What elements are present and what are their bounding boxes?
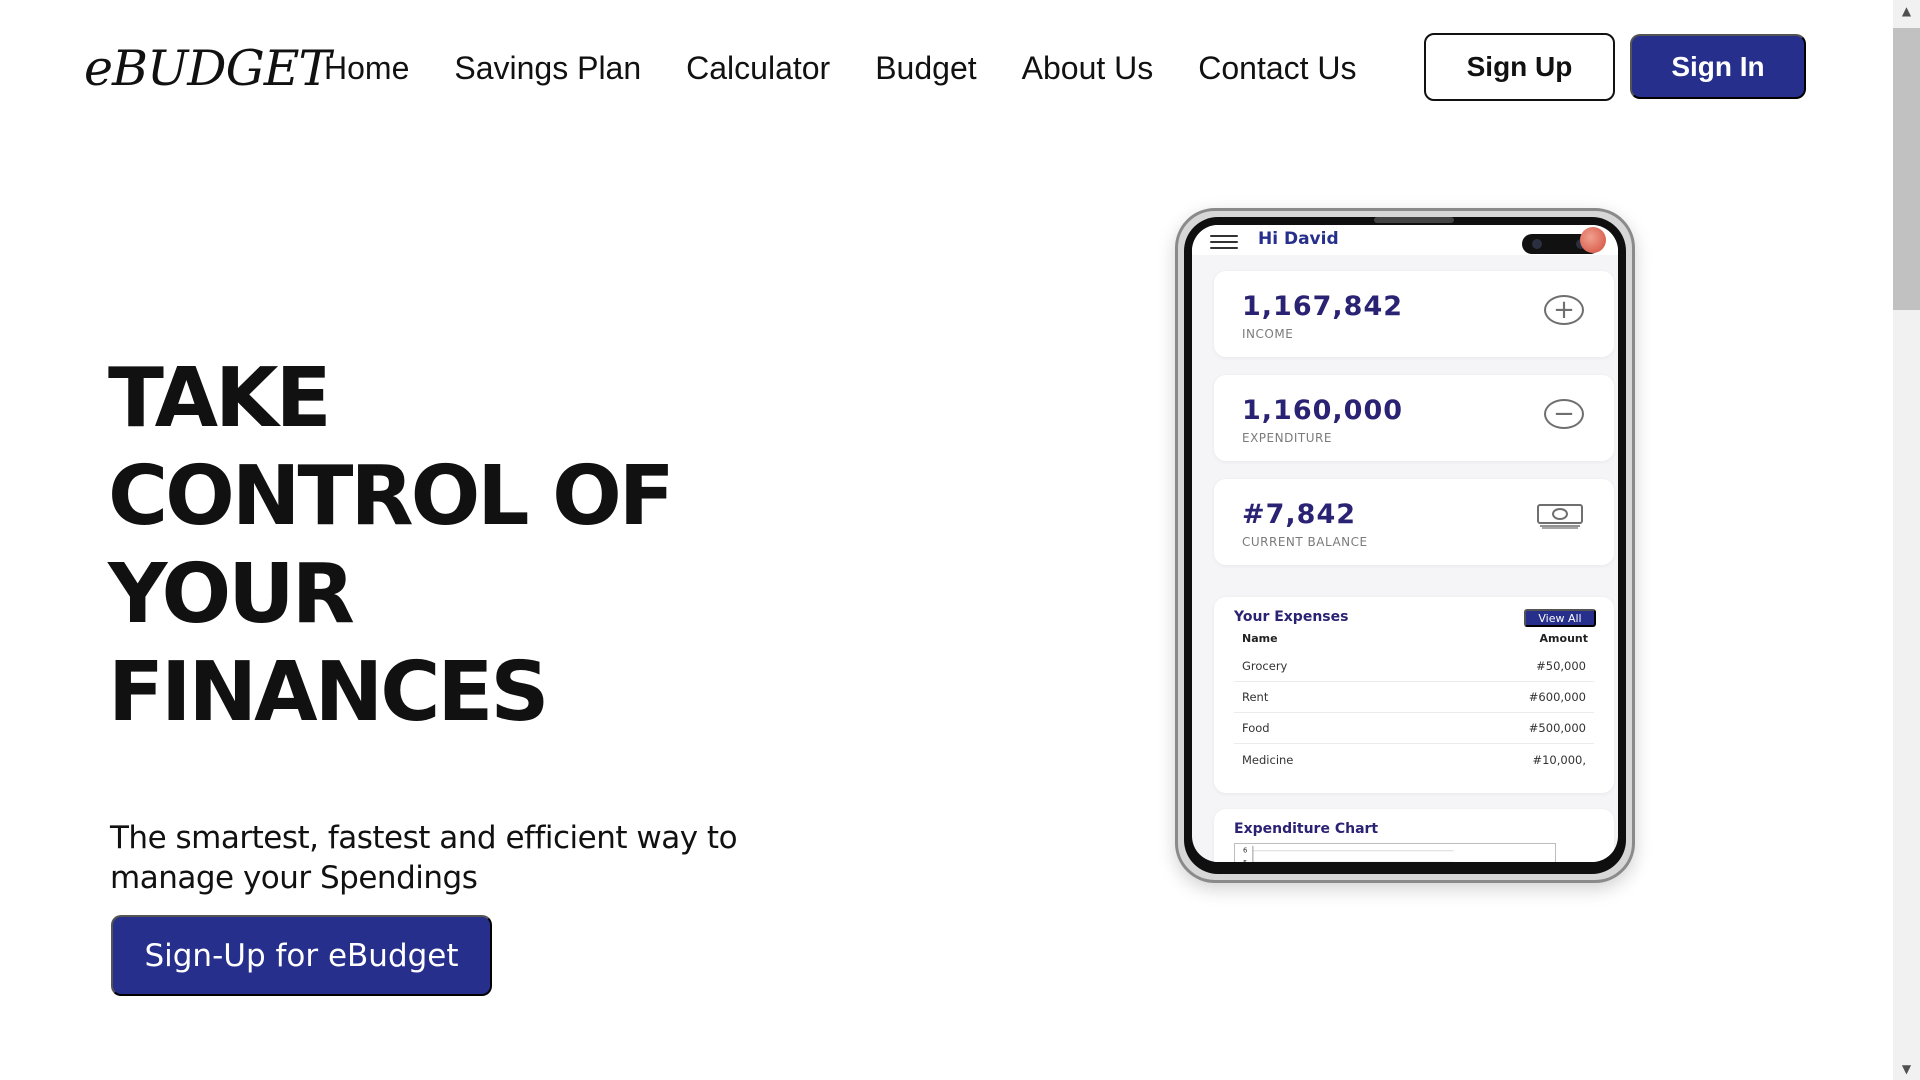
app-header: Hi David (1192, 225, 1618, 255)
balance-value: #7,842 (1242, 499, 1357, 530)
y-tick-label: 6 (1243, 847, 1247, 855)
expenditure-value: 1,160,000 (1242, 395, 1404, 426)
phone-speaker (1374, 217, 1454, 223)
income-label: INCOME (1242, 327, 1294, 341)
income-value: 1,167,842 (1242, 291, 1404, 322)
nav-link-budget[interactable]: Budget (875, 50, 976, 87)
table-row[interactable]: Medicine #10,000, (1234, 744, 1594, 775)
y-tick-label: 5 (1243, 859, 1247, 862)
chart-title: Expenditure Chart (1234, 821, 1379, 837)
sign-in-button[interactable]: Sign In (1630, 34, 1806, 99)
sign-up-button[interactable]: Sign Up (1424, 33, 1615, 101)
scroll-thumb[interactable] (1893, 28, 1920, 310)
nav-link-calculator[interactable]: Calculator (686, 50, 830, 87)
expense-name: Food (1242, 721, 1270, 735)
scroll-up-arrow-icon[interactable]: ▲ (1893, 0, 1920, 22)
expense-name: Medicine (1242, 752, 1294, 767)
table-row[interactable]: Rent #600,000 (1234, 682, 1594, 713)
brand-logo[interactable]: eBUDGET (84, 40, 331, 97)
hero-subtitle: The smartest, fastest and efficient way … (110, 820, 738, 896)
nav-link-contact-us[interactable]: Contact Us (1198, 50, 1356, 87)
expense-amount: #10,000, (1532, 752, 1586, 767)
user-avatar[interactable] (1580, 227, 1606, 253)
expenses-title: Your Expenses (1234, 609, 1349, 625)
hero-title: TAKE CONTROL OF YOUR FINANCES (108, 350, 808, 742)
minus-circle-icon[interactable]: − (1544, 399, 1584, 429)
balance-label: CURRENT BALANCE (1242, 535, 1368, 549)
expenditure-chart: 6 5 (1234, 843, 1556, 862)
expenses-list: Grocery #50,000 Rent #600,000 Food #500,… (1234, 651, 1594, 775)
expense-amount: #50,000 (1536, 659, 1586, 673)
hero-title-line: CONTROL OF (108, 449, 675, 544)
expenditure-card: 1,160,000 EXPENDITURE − (1214, 375, 1614, 461)
expense-name: Grocery (1242, 659, 1288, 673)
income-card: 1,167,842 INCOME + (1214, 271, 1614, 357)
nav-links: Home Savings Plan Calculator Budget Abou… (324, 50, 1402, 87)
expenses-header-row: Name Amount (1242, 632, 1588, 645)
nav-link-about-us[interactable]: About Us (1022, 50, 1154, 87)
expense-name: Rent (1242, 690, 1269, 704)
phone-screen: Hi David 1,167,842 INCOME + 1,160,000 EX… (1192, 225, 1618, 862)
nav-link-home[interactable]: Home (324, 50, 409, 87)
nav-link-savings-plan[interactable]: Savings Plan (454, 50, 641, 87)
expenditure-label: EXPENDITURE (1242, 431, 1332, 445)
page-scrollbar[interactable]: ▲ ▼ (1893, 0, 1920, 1080)
money-icon (1537, 504, 1583, 529)
scroll-down-arrow-icon[interactable]: ▼ (1893, 1058, 1920, 1080)
hero-title-line: YOUR (108, 547, 355, 642)
col-amount-header: Amount (1539, 632, 1588, 645)
expenditure-chart-card: Expenditure Chart 6 5 (1214, 809, 1614, 862)
greeting: Hi David (1258, 229, 1339, 249)
table-row[interactable]: Food #500,000 (1234, 713, 1594, 744)
hero-signup-button[interactable]: Sign-Up for eBudget (111, 915, 492, 996)
expense-amount: #600,000 (1528, 690, 1586, 704)
expenses-card: Your Expenses View All Name Amount Groce… (1214, 597, 1614, 793)
col-name-header: Name (1242, 632, 1278, 645)
balance-card: #7,842 CURRENT BALANCE (1214, 479, 1614, 565)
top-nav: eBUDGET Home Savings Plan Calculator Bud… (0, 0, 1893, 140)
phone-bezel: Hi David 1,167,842 INCOME + 1,160,000 EX… (1184, 217, 1626, 874)
hero-title-line: FINANCES (108, 645, 550, 740)
view-all-button[interactable]: View All (1524, 609, 1596, 627)
hero-title-line: TAKE (108, 351, 332, 446)
table-row[interactable]: Grocery #50,000 (1234, 651, 1594, 682)
hamburger-menu-icon[interactable] (1210, 235, 1238, 249)
plus-circle-icon[interactable]: + (1544, 295, 1584, 325)
phone-mockup: Hi David 1,167,842 INCOME + 1,160,000 EX… (1175, 208, 1635, 883)
expense-amount: #500,000 (1528, 721, 1586, 735)
